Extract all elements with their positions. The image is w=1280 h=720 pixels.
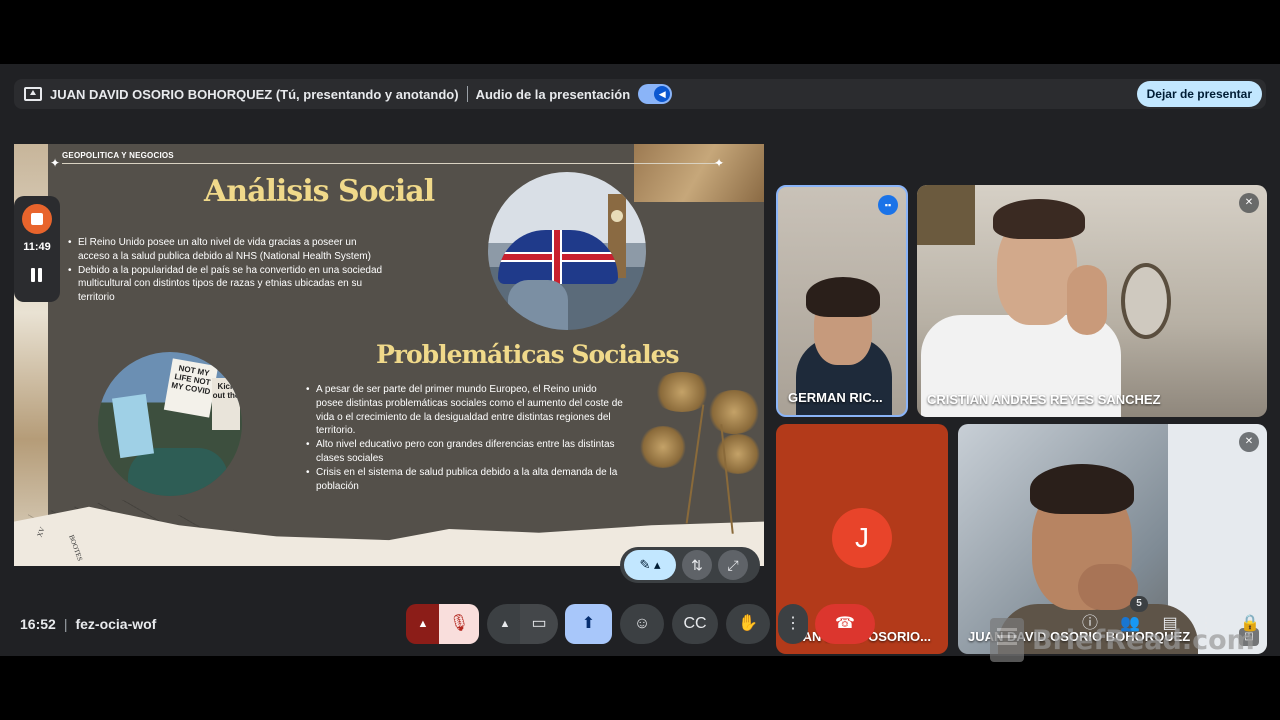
more-options-button[interactable]: ⋮ xyxy=(778,604,808,644)
meeting-code: fez-ocia-wof xyxy=(75,616,157,632)
heading-analisis-social: Análisis Social xyxy=(204,174,435,209)
hand-shape xyxy=(1078,564,1138,610)
audio-options-button[interactable]: ▲ xyxy=(406,604,440,644)
avatar: J xyxy=(832,508,892,568)
crowd-shape xyxy=(128,448,228,496)
recording-time: 11:49 xyxy=(23,241,51,253)
stop-presenting-button[interactable]: Dejar de presentar xyxy=(1136,81,1262,107)
dried-flower xyxy=(706,390,762,434)
slide-rule xyxy=(62,163,722,164)
flower-stem xyxy=(685,404,705,524)
fullscreen-icon[interactable]: ⤢ xyxy=(718,550,748,580)
people-count-badge: 5 xyxy=(1130,596,1148,612)
document-icon xyxy=(990,618,1024,662)
camera-button[interactable]: ▭ xyxy=(520,604,558,644)
london-umbrella-photo xyxy=(488,172,646,330)
leave-call-button[interactable]: ☎ xyxy=(815,604,875,644)
protest-sign: Kick out the xyxy=(212,378,240,430)
person-shape xyxy=(508,280,568,330)
wall-frame xyxy=(917,185,975,245)
union-jack-umbrella xyxy=(498,230,618,284)
protest-photo: NOT MY LIFE NOT MY COVID Kick out the xyxy=(98,352,242,496)
participant-name: CRISTIAN ANDRES REYES SANCHEZ xyxy=(927,392,1161,407)
presenting-bar: JUAN DAVID OSORIO BOHORQUEZ (Tú, present… xyxy=(14,79,1266,109)
captions-button[interactable]: CC xyxy=(672,604,718,644)
letterbox-top xyxy=(0,0,1280,64)
bullets-analisis-social: El Reino Unido posee un alto nivel de vi… xyxy=(68,236,388,305)
letterbox-bottom xyxy=(0,656,1280,720)
mic-off-button[interactable]: 🎙 xyxy=(439,604,479,644)
raise-hand-button[interactable]: ✋ xyxy=(726,604,770,644)
bullet-item: Alto nivel educativo pero con grandes di… xyxy=(306,438,626,466)
participant-name: GERMAN RIC... xyxy=(788,390,883,405)
swap-icon[interactable]: ⇅ xyxy=(682,550,712,580)
participant-tile[interactable]: ▪▪ GERMAN RIC... xyxy=(776,185,908,417)
clock-time: 16:52 xyxy=(20,616,56,632)
pause-icon[interactable] xyxy=(28,266,46,284)
bullets-problematicas: A pesar de ser parte del primer mundo Eu… xyxy=(306,383,626,493)
participant-tile[interactable]: ✕ CRISTIAN ANDRES REYES SANCHEZ xyxy=(917,185,1267,417)
video-options-button[interactable]: ▲ xyxy=(487,604,523,644)
stop-recording-button[interactable] xyxy=(22,204,52,234)
annotate-pen-button[interactable]: ✎ ▴ xyxy=(624,550,676,580)
slide-tag: GEOPOLITICA Y NEGOCIOS xyxy=(62,151,174,160)
meet-window: JUAN DAVID OSORIO BOHORQUEZ (Tú, present… xyxy=(0,64,1280,656)
volume-icon: ◀ xyxy=(654,86,671,102)
emoji-reaction-button[interactable]: ☺ xyxy=(620,604,664,644)
mirror-shape xyxy=(1121,263,1171,339)
mic-off-icon: ✕ xyxy=(1239,193,1259,213)
speaking-indicator-icon: ▪▪ xyxy=(878,195,898,215)
annotation-controls: ✎ ▴ ⇅ ⤢ xyxy=(620,547,760,583)
bullet-item: Crisis en el sistema de salud publica de… xyxy=(306,466,626,494)
mic-off-icon: ✕ xyxy=(1239,432,1259,452)
paper-texture-top-right xyxy=(634,144,764,202)
watermark: BriefRead.com xyxy=(990,618,1255,662)
heading-problematicas-sociales: Problemáticas Sociales xyxy=(376,340,680,369)
hand-shape xyxy=(1067,265,1107,335)
divider xyxy=(466,86,468,102)
sparkle-icon: ✦ xyxy=(714,156,725,170)
meeting-info: 16:52 | fez-ocia-wof xyxy=(20,616,157,632)
presentation-audio-toggle[interactable]: ◀ xyxy=(638,84,673,104)
hair-shape xyxy=(1030,464,1134,514)
sparkle-icon: ✦ xyxy=(50,156,61,170)
bullet-item: Debido a la popularidad de el país se ha… xyxy=(68,264,388,305)
hair-shape xyxy=(806,277,880,317)
presentation-slide: XV BOOTES GEOPOLITICA Y NEGOCIOS ✦ ✦ Aná… xyxy=(14,144,764,566)
watermark-text: BriefRead.com xyxy=(1032,624,1255,656)
present-to-all-icon xyxy=(24,87,42,101)
dried-flower xyxy=(638,426,688,468)
protest-sign xyxy=(111,393,155,459)
protest-sign: NOT MY LIFE NOT MY COVID xyxy=(163,358,219,418)
hair-shape xyxy=(993,199,1085,239)
present-button[interactable]: ⬆ xyxy=(565,604,612,644)
presenter-status: JUAN DAVID OSORIO BOHORQUEZ (Tú, present… xyxy=(50,86,459,102)
recording-widget: 11:49 xyxy=(14,196,60,302)
presentation-audio-label: Audio de la presentación xyxy=(475,86,631,102)
bullet-item: El Reino Unido posee un alto nivel de vi… xyxy=(68,236,388,264)
bullet-item: A pesar de ser parte del primer mundo Eu… xyxy=(306,383,626,438)
